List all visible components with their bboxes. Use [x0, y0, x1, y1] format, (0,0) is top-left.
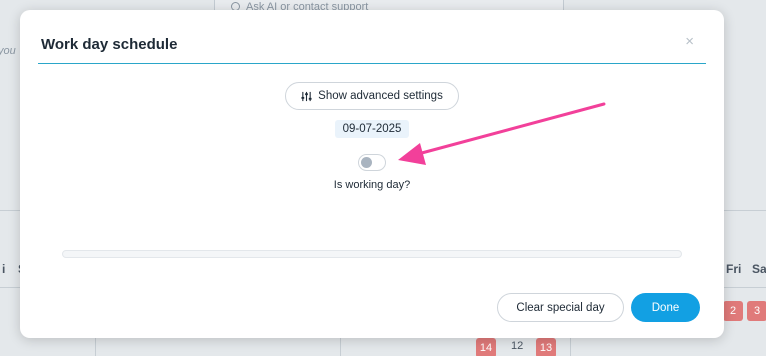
done-button[interactable]: Done: [631, 293, 700, 322]
background-weekend-day: 13: [536, 338, 556, 356]
clear-special-day-button[interactable]: Clear special day: [497, 293, 624, 322]
show-advanced-settings-label: Show advanced settings: [318, 90, 443, 102]
header-divider: [38, 63, 706, 64]
work-day-schedule-dialog: Work day schedule × Show advanced settin…: [20, 10, 724, 338]
sliders-icon: [301, 91, 312, 101]
progress-bar: [62, 250, 682, 258]
background-weekend-day: 14: [476, 338, 496, 356]
background-weekend-day: 3: [747, 301, 766, 321]
background-day-head: Sa: [752, 262, 766, 276]
working-day-toggle[interactable]: [358, 154, 386, 171]
background-day-number: 12: [511, 340, 524, 352]
background-side-text: you: [0, 45, 16, 57]
background-day-head: Fri: [726, 262, 742, 276]
close-icon[interactable]: ×: [685, 34, 694, 49]
show-advanced-settings-button[interactable]: Show advanced settings: [285, 82, 459, 110]
dialog-title: Work day schedule: [41, 36, 178, 53]
selected-date: 09-07-2025: [335, 120, 409, 138]
working-day-label: Is working day?: [333, 179, 411, 191]
background-weekend-day: 2: [723, 301, 743, 321]
background-day-head: i: [2, 262, 6, 276]
toggle-knob: [361, 157, 372, 168]
